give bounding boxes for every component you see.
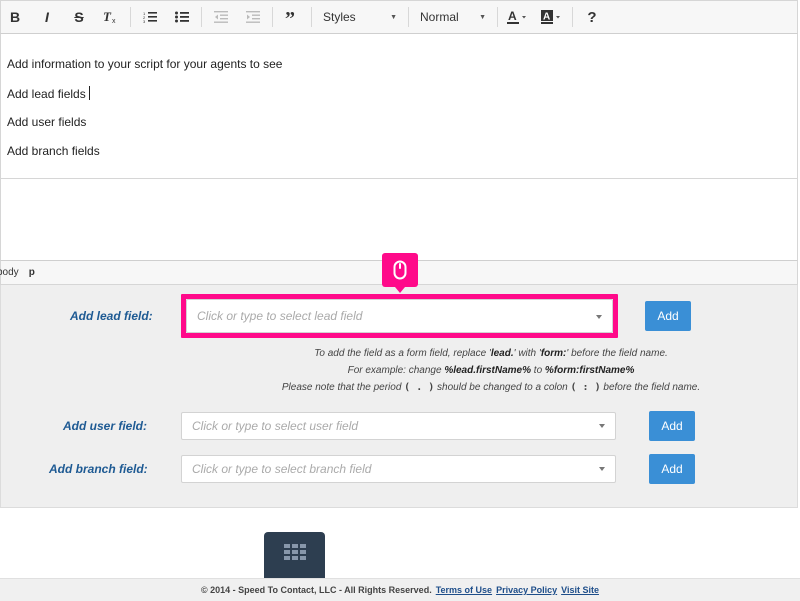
editor-line-with-cursor: Add lead fields <box>7 86 90 101</box>
help-text: should be changed to a colon <box>434 382 571 393</box>
strikethrough-button[interactable]: S <box>65 4 93 30</box>
format-dropdown[interactable]: Normal ▼ <box>414 6 492 28</box>
italic-button[interactable]: I <box>33 4 61 30</box>
editor-divider <box>1 178 797 179</box>
toolbar-separator <box>130 7 131 27</box>
app-grid-button[interactable] <box>264 532 325 580</box>
click-marker <box>382 253 418 293</box>
bulleted-list-button[interactable] <box>168 4 196 30</box>
toolbar-separator <box>497 7 498 27</box>
increase-indent-button[interactable] <box>239 4 267 30</box>
text-color-icon: A <box>507 9 526 24</box>
help-text: ' before the field name. <box>566 348 668 359</box>
toolbar-separator <box>572 7 573 27</box>
format-dropdown-label: Normal <box>420 10 459 24</box>
svg-text:3: 3 <box>143 19 146 23</box>
toolbar-separator <box>408 7 409 27</box>
svg-text:T: T <box>103 10 112 24</box>
styles-dropdown[interactable]: Styles ▼ <box>317 6 403 28</box>
terms-of-use-link[interactable]: Terms of Use <box>436 585 492 595</box>
decrease-indent-button[interactable] <box>207 4 235 30</box>
blockquote-button[interactable]: ” <box>278 4 306 30</box>
field-insert-panel: Add lead field: Click or type to select … <box>0 285 798 508</box>
toolbar-separator <box>201 7 202 27</box>
svg-text:”: ” <box>285 11 295 23</box>
help-text-bold: form: <box>540 348 567 359</box>
grid-icon <box>283 544 306 560</box>
copyright-text: © 2014 - Speed To Contact, LLC - All Rig… <box>201 585 432 595</box>
chevron-down-icon <box>599 467 605 471</box>
help-text: before the field name. <box>600 382 701 393</box>
path-item[interactable]: body <box>0 267 19 278</box>
mouse-icon <box>393 260 407 280</box>
help-text: To add the field as a form field, replac… <box>314 348 491 359</box>
user-field-placeholder: Click or type to select user field <box>192 419 359 433</box>
lead-field-label: Add lead field: <box>70 309 153 323</box>
help-text-bold: %form:firstName% <box>544 365 635 376</box>
page-footer: © 2014 - Speed To Contact, LLC - All Rig… <box>0 578 800 601</box>
help-line-3: Please note that the period ( . ) should… <box>241 382 741 393</box>
chevron-down-icon: ▼ <box>390 13 397 21</box>
editor-line: Add information to your script for your … <box>7 57 283 71</box>
numbered-list-icon: 1 2 3 <box>143 11 157 23</box>
toolbar-separator <box>311 7 312 27</box>
editor-line: Add branch fields <box>7 144 100 158</box>
svg-text:A: A <box>543 12 550 23</box>
background-color-icon: A <box>541 10 560 24</box>
visit-site-link[interactable]: Visit Site <box>561 585 599 595</box>
branch-field-label: Add branch field: <box>49 462 148 476</box>
clear-format-button[interactable]: T x <box>97 4 125 30</box>
branch-field-select[interactable]: Click or type to select branch field <box>181 455 616 483</box>
user-field-select[interactable]: Click or type to select user field <box>181 412 616 440</box>
toolbar-separator <box>272 7 273 27</box>
help-code: ( : ) <box>570 382 601 393</box>
help-line-1: To add the field as a form field, replac… <box>241 348 741 359</box>
styles-dropdown-label: Styles <box>323 10 356 24</box>
help-text-bold: %lead.firstName% <box>444 365 532 376</box>
chevron-down-icon <box>599 424 605 428</box>
user-field-label: Add user field: <box>63 419 148 433</box>
branch-field-placeholder: Click or type to select branch field <box>192 462 372 476</box>
text-cursor <box>88 86 90 100</box>
help-text: ' with ' <box>513 348 541 359</box>
help-code: ( . ) <box>404 382 435 393</box>
editor-line-text: Add lead fields <box>7 87 86 101</box>
help-line-2: For example: change %lead.firstName% to … <box>241 365 741 376</box>
numbered-list-button[interactable]: 1 2 3 <box>136 4 164 30</box>
path-item[interactable]: p <box>29 267 35 278</box>
svg-text:x: x <box>112 18 116 24</box>
bold-button[interactable]: B <box>1 4 29 30</box>
help-text: to <box>531 365 545 376</box>
add-branch-field-button[interactable]: Add <box>649 454 695 484</box>
background-color-button[interactable]: A <box>537 4 567 30</box>
help-text: Please note that the period <box>281 382 405 393</box>
help-text-bold: lead. <box>490 348 514 359</box>
text-color-button[interactable]: A <box>503 4 533 30</box>
help-button[interactable]: ? <box>578 4 606 30</box>
svg-text:A: A <box>508 9 517 23</box>
privacy-policy-link[interactable]: Privacy Policy <box>496 585 557 595</box>
editor-line: Add user fields <box>7 115 87 129</box>
clear-format-icon: T x <box>103 10 116 24</box>
add-lead-field-button[interactable]: Add <box>645 301 691 331</box>
bulleted-list-icon <box>175 11 189 23</box>
chevron-down-icon: ▼ <box>479 13 486 21</box>
add-user-field-button[interactable]: Add <box>649 411 695 441</box>
quote-icon: ” <box>285 11 295 23</box>
editor-toolbar: B I S T x 1 2 3 ” Styles ▼ Normal ▼ A A … <box>0 0 798 34</box>
indent-icon <box>246 11 260 23</box>
outdent-icon <box>214 11 228 23</box>
editor-content-area[interactable]: Add information to your script for your … <box>0 34 798 260</box>
click-highlight-box <box>181 294 618 338</box>
help-text: For example: change <box>347 365 445 376</box>
